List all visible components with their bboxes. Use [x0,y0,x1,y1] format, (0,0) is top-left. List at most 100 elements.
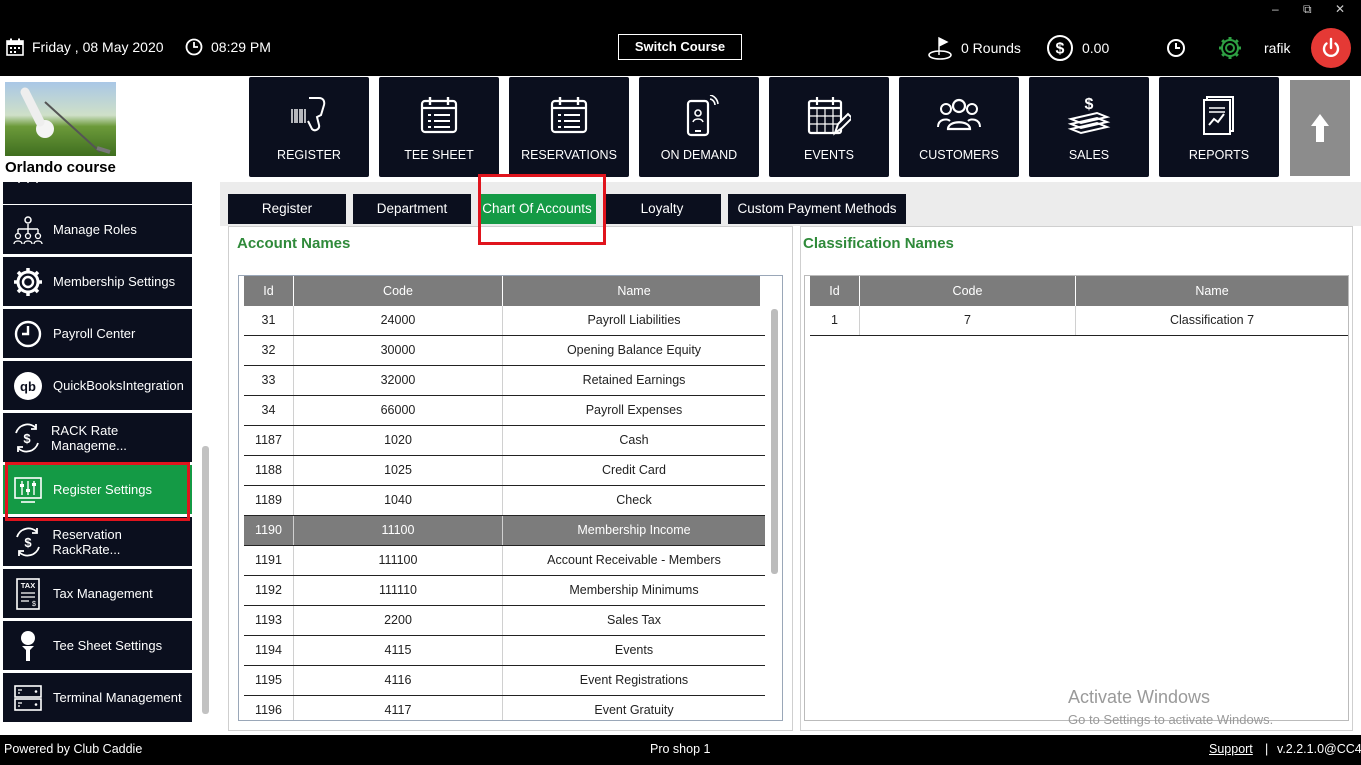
cell-id: 1196 [244,696,294,720]
rounds-text: 0 Rounds [961,40,1021,56]
nav-tee-sheet-button[interactable]: TEE SHEET [379,77,499,177]
support-link[interactable]: Support [1209,742,1253,756]
table-row[interactable]: 1195 4116 Event Registrations [244,666,765,696]
sidebar-item-tax-management[interactable]: TAX $ Tax Management [3,569,192,618]
sidebar-scrollbar[interactable] [202,446,209,714]
col-id-header[interactable]: Id [810,276,860,306]
time-text: 08:29 PM [211,39,271,55]
tab-register[interactable]: Register [228,194,346,224]
nav-events-button[interactable]: EVENTS [769,77,889,177]
org-chart-icon [13,215,43,244]
user-name: rafik [1264,40,1291,56]
sidebar-item-manage-roles[interactable]: Manage Roles [3,205,192,254]
table-row[interactable]: 1187 1020 Cash [244,426,765,456]
account-names-grid: Id Code Name 31 24000 Payroll Liabilities 3… [238,275,783,721]
table-row[interactable]: 1192 111110 Membership Minimums [244,576,765,606]
table-row[interactable]: 34 66000 Payroll Expenses [244,396,765,426]
terminal-icon [14,684,42,711]
sidebar-item-label: Manage Roles [53,222,137,237]
cell-name: Retained Earnings [582,373,686,387]
cell-code: 2200 [294,606,503,635]
version-text: v.2.2.1.0@CC4 [1277,742,1361,756]
sidebar-item-rack-rate[interactable]: $ RACK Rate Manageme... [3,413,192,462]
highlight-box-register-settings [5,462,190,521]
table-row[interactable]: 31 24000 Payroll Liabilities [244,306,765,336]
sidebar-item-membership-settings[interactable]: Membership Settings [3,257,192,306]
calendar-list-icon [550,97,588,134]
clock-icon [185,38,203,56]
nav-customers-button[interactable]: CUSTOMERS [899,77,1019,177]
table-row[interactable]: 1190 11100 Membership Income [244,516,765,546]
tab-loyalty[interactable]: Loyalty [603,194,721,224]
table-row[interactable]: 1193 2200 Sales Tax [244,606,765,636]
cell-code: 4115 [294,636,503,665]
table-row[interactable]: 1194 4115 Events [244,636,765,666]
col-code-header[interactable]: Code [860,276,1076,306]
table-row[interactable]: 1 7 Classification 7 [810,306,1348,336]
account-grid-scrollbar[interactable] [771,309,778,574]
highlight-box-chart-of-accounts [478,174,606,245]
cell-name: Event Registrations [579,673,689,687]
nav-reservations-label: RESERVATIONS [521,148,617,162]
cell-id: 32 [244,336,294,365]
table-row[interactable]: 1196 4117 Event Gratuity [244,696,765,720]
close-window-icon[interactable]: ✕ [1335,2,1345,16]
table-row[interactable]: 1191 111100 Account Receivable - Members [244,546,765,576]
svg-text:TAX: TAX [21,581,35,590]
nav-customers-label: CUSTOMERS [919,148,999,162]
col-code-header[interactable]: Code [294,276,503,306]
barcode-scanner-icon [291,97,326,132]
money-cycle-icon: $ [15,527,40,556]
col-name-header[interactable]: Name [503,276,765,306]
cell-code: 111110 [294,576,503,605]
cell-code: 1025 [294,456,503,485]
svg-text:$: $ [24,535,32,550]
col-name-header[interactable]: Name [1076,276,1348,306]
sidebar-item-label: Tax Management [53,586,153,601]
tab-custom-payment-methods[interactable]: Custom Payment Methods [728,194,906,224]
cell-id: 1192 [244,576,294,605]
cell-id: 34 [244,396,294,425]
nav-sales-button[interactable]: $ SALES [1029,77,1149,177]
table-row[interactable]: 1189 1040 Check [244,486,765,516]
minimize-icon[interactable]: – [1272,2,1279,16]
col-id-header[interactable]: Id [244,276,294,306]
table-row[interactable]: 33 32000 Retained Earnings [244,366,765,396]
restore-icon[interactable]: ⧉ [1303,2,1312,17]
nav-events-label: EVENTS [803,148,854,162]
cell-name: Cash [619,433,649,447]
tab-department[interactable]: Department [353,194,471,224]
gear-icon [14,267,42,296]
history-clock-icon[interactable] [1166,38,1186,58]
sidebar-item-label: Terminal Management [53,690,182,705]
nav-on-demand-button[interactable]: ON DEMAND [639,77,759,177]
nav-tee-sheet-label: TEE SHEET [404,148,474,162]
cell-code: 32000 [294,366,503,395]
cell-name: Opening Balance Equity [566,343,702,357]
course-logo-image [5,82,116,156]
amount-display: $ 0.00 [1046,34,1109,62]
sidebar-item-quickbooks[interactable]: qb QuickBooksIntegration [3,361,192,410]
report-icon [1203,96,1234,135]
scroll-up-button[interactable] [1290,80,1350,176]
sidebar-item-label: Tee Sheet Settings [53,638,163,653]
course-name: Orlando course [5,159,116,176]
table-row[interactable]: 1188 1025 Credit Card [244,456,765,486]
cell-name: Membership Minimums [569,583,699,597]
nav-reservations-button[interactable]: RESERVATIONS [509,77,629,177]
sidebar-item-payroll-center[interactable]: Payroll Center [3,309,192,358]
settings-gear-icon[interactable] [1217,35,1243,61]
sidebar-item-tee-sheet-settings[interactable]: Tee Sheet Settings [3,621,192,670]
cell-code: 1040 [294,486,503,515]
cell-id: 1190 [244,516,294,545]
nav-register-button[interactable]: REGISTER [249,77,369,177]
power-button[interactable] [1311,28,1351,68]
sidebar-item-partial[interactable] [3,182,192,204]
cell-name: Payroll Expenses [585,403,683,417]
switch-course-button[interactable]: Switch Course [618,34,742,60]
power-icon [1322,37,1340,58]
sidebar-item-terminal-management[interactable]: Terminal Management [3,673,192,722]
nav-reports-button[interactable]: REPORTS [1159,77,1279,177]
sidebar-item-reservation-rackrate[interactable]: $ Reservation RackRate... [3,517,192,566]
table-row[interactable]: 32 30000 Opening Balance Equity [244,336,765,366]
